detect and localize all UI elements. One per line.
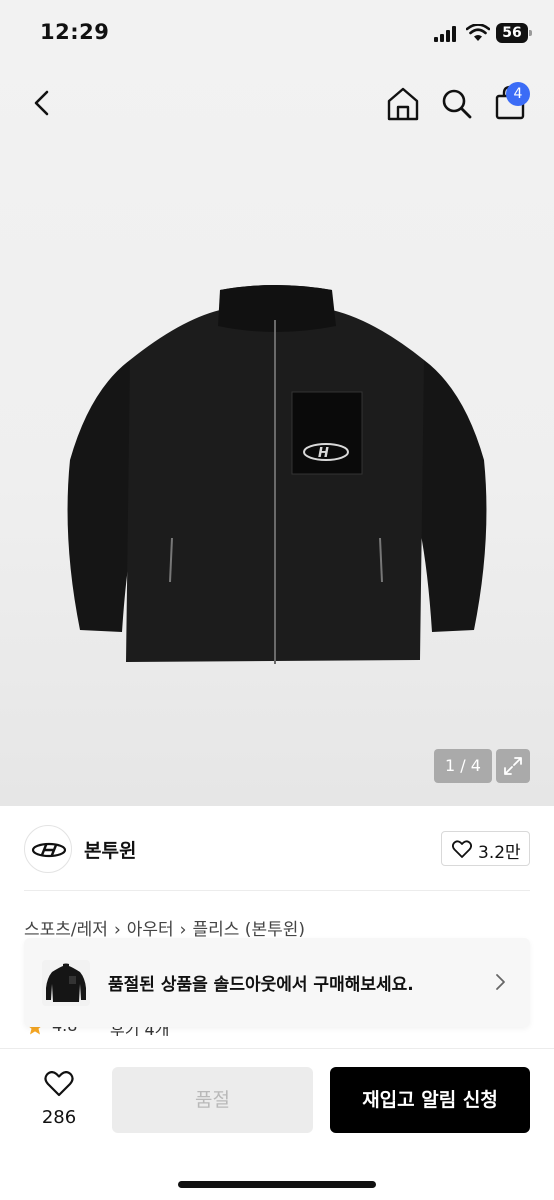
product-image: H [67,285,487,664]
battery-indicator: 56 [496,23,532,43]
chevron-right-icon: › [179,920,187,940]
divider [24,890,530,891]
home-indicator [178,1181,376,1188]
soldout-button: 품절 [112,1067,313,1133]
signal-icon [434,26,456,42]
soldout-banner-text: 품절된 상품을 솔드아웃에서 구매해보세요. [108,975,414,995]
brand-name[interactable]: 본투윈 [84,836,136,863]
status-bar: 12:29 56 [0,0,554,60]
expand-button[interactable] [496,749,530,783]
svg-text:H: H [318,446,329,461]
breadcrumb-item[interactable]: 스포츠/레저 [24,920,108,940]
banner-product-thumbnail [42,960,90,1006]
chevron-right-icon: › [113,920,121,940]
product-page: H 1 / 4 12:29 56 4 본투윈 3.2만 스포츠/레저 › 아우터… [0,0,554,1200]
battery-level: 56 [496,23,528,43]
heart-icon [44,1071,74,1097]
search-icon[interactable] [440,87,474,121]
brand-logo-mark [31,842,67,858]
bottom-action-bar: 286 품절 재입고 알림 신청 [0,1048,554,1200]
heart-icon [452,840,472,858]
restock-alert-button[interactable]: 재입고 알림 신청 [330,1067,530,1133]
status-time: 12:29 [40,20,110,44]
expand-icon [504,757,522,775]
breadcrumb-item[interactable]: 아우터 [127,920,174,940]
wishlist-button[interactable]: 286 [24,1067,94,1131]
brand-logo[interactable] [24,825,72,873]
chevron-right-icon [496,974,505,990]
brand-like-count: 3.2만 [478,843,521,863]
battery-nub [529,30,532,36]
wishlist-count: 286 [41,1107,77,1128]
breadcrumb-item[interactable]: 플리스 (본투윈) [192,920,305,940]
chevron-left-icon[interactable] [26,86,60,120]
wifi-icon [466,24,490,41]
breadcrumb: 스포츠/레저 › 아우터 › 플리스 (본투윈) [24,915,305,940]
home-icon[interactable] [386,86,420,122]
brand-like-button[interactable]: 3.2만 [441,831,530,866]
cart-badge: 4 [506,82,530,106]
soldout-banner[interactable]: 품절된 상품을 솔드아웃에서 구매해보세요. [24,938,530,1027]
image-counter: 1 / 4 [434,749,492,783]
